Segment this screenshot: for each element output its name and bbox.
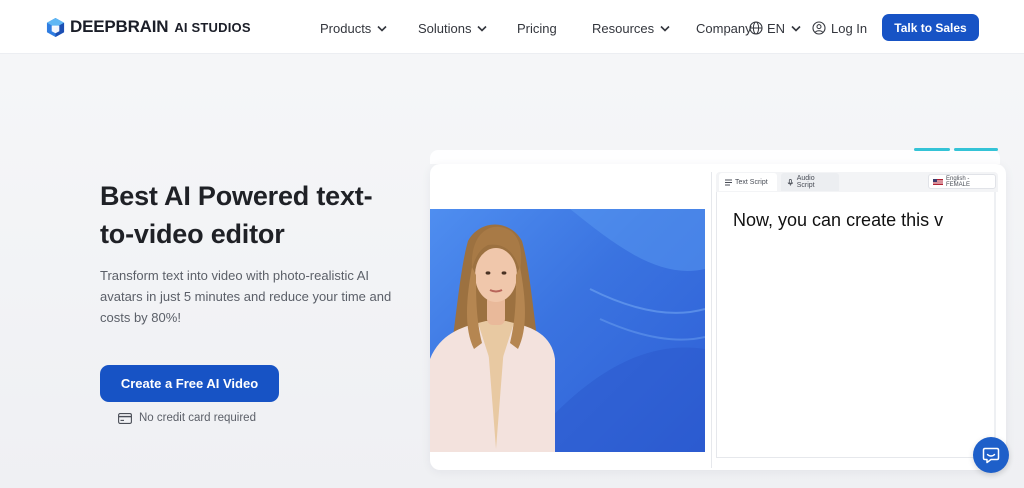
script-text: Now, you can create this v (733, 210, 944, 230)
globe-icon (749, 21, 763, 35)
deepbrain-logo[interactable]: DEEPBRAIN AI STUDIOS (46, 16, 251, 38)
logo-sub-text: AI STUDIOS (174, 19, 251, 35)
chevron-down-icon (377, 25, 387, 32)
tab-text-script[interactable]: Text Script (719, 173, 777, 191)
nav-company[interactable]: Company (696, 19, 752, 37)
tab-audio-script[interactable]: Audio Script (781, 173, 839, 191)
script-scrollbar[interactable] (994, 192, 996, 458)
no-credit-card-text: No credit card required (139, 412, 256, 424)
tab-audio-script-label: Audio Script (796, 175, 815, 189)
nav-solutions-label: Solutions (418, 20, 472, 36)
editor-divider (711, 172, 712, 468)
decorative-accent-bar (914, 148, 950, 151)
nav-solutions[interactable]: Solutions (418, 19, 488, 37)
decorative-accent-bar (954, 148, 998, 151)
language-selector[interactable]: EN (749, 19, 801, 37)
avatar-video-preview[interactable] (430, 209, 705, 452)
voice-language-selector[interactable]: English - FEMALE (928, 174, 996, 189)
deepbrain-cube-logo-icon (46, 17, 65, 37)
create-free-ai-video-button[interactable]: Create a Free AI Video (100, 365, 279, 402)
login-link[interactable]: Log In (812, 19, 867, 37)
nav-pricing[interactable]: Pricing (517, 19, 557, 37)
nav-products[interactable]: Products (320, 19, 387, 37)
chat-support-button[interactable] (973, 437, 1009, 473)
hero-title: Best AI Powered text-to-video editor (100, 181, 373, 249)
nav-resources[interactable]: Resources (592, 19, 670, 37)
top-navigation-bar: DEEPBRAIN AI STUDIOS Products Solutions … (0, 0, 1024, 54)
chevron-down-icon (660, 25, 670, 32)
nav-company-label: Company (696, 20, 752, 36)
logo-brand-text: DEEPBRAIN (70, 17, 169, 36)
chat-icon (982, 447, 1000, 464)
nav-resources-label: Resources (592, 20, 655, 36)
language-label: EN (767, 20, 786, 36)
us-flag-icon (933, 178, 943, 185)
nav-pricing-label: Pricing (517, 20, 557, 36)
talk-to-sales-button[interactable]: Talk to Sales (882, 14, 979, 41)
credit-card-icon (118, 412, 132, 424)
chevron-down-icon (477, 25, 488, 32)
nav-products-label: Products (320, 20, 372, 36)
chevron-down-icon (791, 25, 801, 32)
ai-avatar-image (430, 209, 705, 452)
user-icon (812, 21, 826, 35)
tab-text-script-label: Text Script (735, 178, 768, 186)
editor-back-panel (430, 150, 1000, 164)
hero-description: Transform text into video with photo-rea… (100, 268, 392, 325)
voice-language-label: English - FEMALE (946, 175, 971, 188)
microphone-icon (787, 178, 793, 186)
login-label: Log In (831, 20, 868, 36)
no-credit-card-note: No credit card required (118, 410, 256, 426)
text-lines-icon (725, 179, 732, 185)
